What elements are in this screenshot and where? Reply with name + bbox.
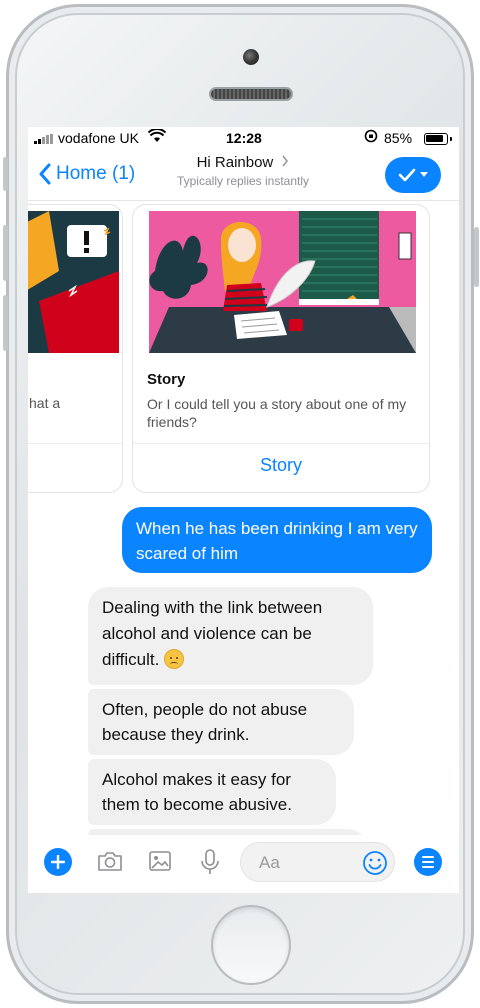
signal-icon [34, 134, 53, 144]
wifi-icon [147, 128, 167, 146]
incoming-message: Often, people do not abuse because they … [88, 689, 354, 755]
incoming-message-text: Dealing with the link between alcohol an… [102, 598, 323, 669]
gallery-button[interactable] [148, 849, 172, 878]
contact-status: Typically replies instantly [176, 174, 310, 188]
microphone-icon [201, 849, 219, 874]
menu-icon [422, 856, 434, 858]
message-input-placeholder: Aa [259, 853, 280, 872]
volume-down-button [3, 295, 8, 351]
home-button[interactable] [211, 905, 291, 985]
quick-reply-button[interactable] [385, 157, 441, 193]
contact-name: Hi Rainbow [196, 154, 274, 171]
story-illustration [149, 211, 416, 353]
contact-info[interactable]: Hi Rainbow Typically replies instantly [148, 154, 338, 188]
outgoing-message: When he has been drinking I am very scar… [122, 507, 432, 573]
worried-face-icon [164, 648, 185, 669]
card-title: Story [147, 371, 186, 388]
plus-button[interactable] [44, 848, 72, 876]
incoming-message: Alcohol makes it easy for them to become… [88, 759, 336, 825]
mute-switch [3, 157, 8, 191]
message-input[interactable]: Aa [240, 842, 395, 882]
chevron-left-icon [39, 163, 51, 185]
card-previous-text: hat a [29, 395, 61, 411]
contact-title-row: Hi Rainbow [148, 154, 338, 171]
voice-button[interactable] [200, 849, 220, 880]
front-camera [243, 49, 259, 65]
back-button[interactable]: Home (1) [38, 163, 135, 185]
back-label: Home (1) [56, 163, 136, 184]
message-composer: Aa [28, 835, 459, 893]
card-divider [133, 443, 429, 444]
screen: vodafone UK 12:28 85% Home (1) Hi Rainbo… [28, 127, 459, 893]
lock-rotation-icon [364, 129, 378, 146]
power-button [474, 227, 479, 287]
incoming-message: Dealing with the link between alcohol an… [88, 587, 373, 685]
chat-header: Home (1) Hi Rainbow Typically replies in… [28, 149, 459, 201]
menu-icon-line [422, 866, 434, 868]
carousel-card-story[interactable]: Story Or I could tell you a story about … [132, 204, 430, 493]
status-bar: vodafone UK 12:28 85% [28, 127, 459, 149]
story-button[interactable]: Story [133, 455, 429, 476]
carousel-card-previous[interactable]: hat a [28, 204, 123, 493]
emoji-button[interactable] [362, 850, 388, 881]
card-divider [28, 443, 122, 444]
menu-icon-line [422, 861, 434, 863]
carrier-name: vodafone UK [58, 130, 139, 146]
earpiece-speaker [209, 87, 293, 101]
battery-icon [424, 133, 452, 145]
plus-icon [51, 855, 65, 869]
menu-button[interactable] [414, 848, 442, 876]
volume-up-button [3, 225, 8, 281]
battery-percent: 85% [384, 130, 413, 146]
caret-down-icon [420, 172, 428, 177]
camera-icon [98, 852, 122, 871]
status-time: 12:28 [226, 130, 262, 146]
camera-button[interactable] [96, 849, 124, 878]
chevron-right-icon [282, 155, 289, 167]
smile-icon [363, 851, 387, 875]
image-icon [149, 851, 171, 871]
card-subtitle: Or I could tell you a story about one of… [147, 396, 407, 430]
checkmark-icon [398, 168, 416, 182]
card-image-previous [28, 211, 119, 353]
